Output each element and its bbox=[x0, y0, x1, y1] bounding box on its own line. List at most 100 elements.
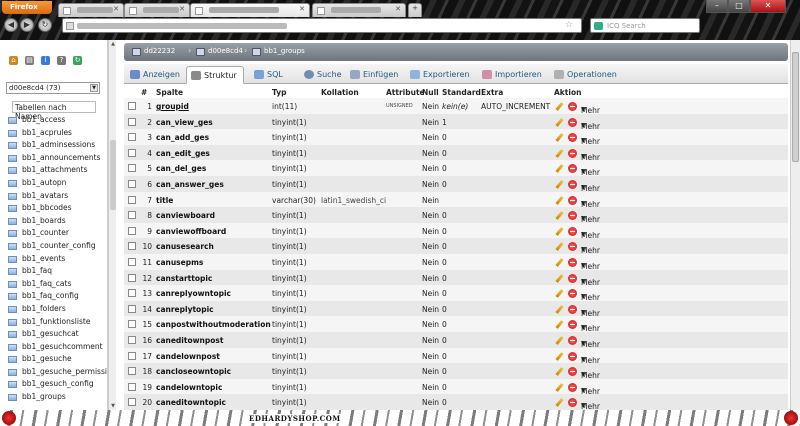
pencil-icon[interactable] bbox=[555, 336, 564, 345]
minimize-button[interactable]: – bbox=[706, 0, 728, 13]
tab-close-icon[interactable]: ✕ bbox=[395, 5, 401, 13]
pencil-icon[interactable] bbox=[555, 274, 564, 283]
table-list-item[interactable]: bb1_gesuche bbox=[8, 353, 107, 366]
pencil-icon[interactable] bbox=[555, 383, 564, 392]
table-list-item[interactable]: bb1_gesuchcat bbox=[8, 328, 107, 341]
table-icon[interactable] bbox=[8, 356, 17, 364]
table-icon[interactable] bbox=[8, 343, 17, 351]
tab-import[interactable]: Importieren bbox=[478, 66, 542, 84]
delete-icon[interactable] bbox=[568, 164, 577, 174]
row-checkbox[interactable] bbox=[128, 351, 136, 360]
table-icon[interactable] bbox=[8, 217, 17, 225]
row-checkbox[interactable] bbox=[128, 117, 136, 126]
table-icon[interactable] bbox=[8, 381, 17, 389]
docs-icon[interactable]: ? bbox=[57, 56, 66, 65]
tab-insert[interactable]: Einfügen bbox=[346, 66, 398, 84]
row-checkbox[interactable] bbox=[128, 211, 136, 220]
pencil-icon[interactable] bbox=[555, 133, 564, 142]
tab-export[interactable]: Exportieren bbox=[406, 66, 469, 84]
sidebar-scrollbar[interactable]: ▲ ▼ bbox=[108, 40, 116, 410]
pencil-icon[interactable] bbox=[555, 258, 564, 267]
delete-icon[interactable] bbox=[568, 398, 577, 408]
column-header-name[interactable]: Spalte bbox=[156, 88, 183, 97]
table-list-item[interactable]: bb1_gesuch_config bbox=[8, 378, 107, 391]
delete-icon[interactable] bbox=[568, 351, 577, 361]
delete-icon[interactable] bbox=[568, 273, 577, 283]
table-icon[interactable] bbox=[8, 255, 17, 263]
table-list-item[interactable]: bb1_counter bbox=[8, 227, 107, 240]
new-tab-button[interactable]: + bbox=[408, 3, 422, 17]
pencil-icon[interactable] bbox=[555, 211, 564, 220]
row-checkbox[interactable] bbox=[128, 102, 136, 110]
table-list-item[interactable]: bb1_counter_config bbox=[8, 240, 107, 253]
table-icon[interactable] bbox=[8, 280, 17, 288]
delete-icon[interactable] bbox=[568, 102, 577, 111]
delete-icon[interactable] bbox=[568, 211, 577, 221]
row-checkbox[interactable] bbox=[128, 195, 136, 204]
table-icon[interactable] bbox=[8, 154, 17, 162]
table-list-item[interactable]: bb1_access bbox=[8, 114, 107, 127]
main-scrollbar[interactable] bbox=[790, 40, 800, 410]
delete-icon[interactable] bbox=[568, 180, 577, 189]
table-list-item[interactable]: bb1_faq_config bbox=[8, 290, 107, 303]
delete-icon[interactable] bbox=[568, 117, 577, 127]
table-icon[interactable] bbox=[8, 293, 17, 301]
table-icon[interactable] bbox=[8, 192, 17, 200]
pencil-icon[interactable] bbox=[555, 398, 564, 407]
row-checkbox[interactable] bbox=[128, 289, 136, 298]
row-checkbox[interactable] bbox=[128, 398, 136, 407]
table-icon[interactable] bbox=[8, 117, 17, 124]
breadcrumb-database[interactable]: d00e8cd4 bbox=[196, 47, 243, 57]
table-icon[interactable] bbox=[8, 230, 17, 238]
pencil-icon[interactable] bbox=[555, 164, 564, 173]
tab-search[interactable]: Suche bbox=[300, 66, 342, 84]
row-checkbox[interactable] bbox=[128, 164, 136, 173]
bookmark-star-icon[interactable]: ☆ bbox=[565, 20, 573, 30]
row-checkbox[interactable] bbox=[128, 304, 136, 313]
table-icon[interactable] bbox=[8, 268, 17, 276]
browser-tab[interactable]: ✕ bbox=[124, 3, 190, 17]
firefox-menu-button[interactable]: Firefox bbox=[2, 1, 52, 14]
table-icon[interactable] bbox=[8, 142, 17, 150]
pencil-icon[interactable] bbox=[555, 118, 564, 127]
pencil-icon[interactable] bbox=[555, 196, 564, 205]
search-bar[interactable]: ICQ Search bbox=[590, 18, 700, 33]
row-checkbox[interactable] bbox=[128, 320, 136, 329]
table-list-item[interactable]: bb1_bbcodes bbox=[8, 202, 107, 215]
tab-structure[interactable]: Struktur bbox=[186, 66, 244, 84]
table-icon[interactable] bbox=[8, 242, 17, 250]
reload-button[interactable]: ↻ bbox=[38, 18, 52, 32]
delete-icon[interactable] bbox=[568, 226, 577, 236]
delete-icon[interactable] bbox=[568, 336, 577, 345]
tab-browse[interactable]: Anzeigen bbox=[126, 66, 180, 84]
table-icon[interactable] bbox=[8, 179, 17, 187]
table-icon[interactable] bbox=[8, 368, 17, 376]
table-list-item[interactable]: bb1_faq_cats bbox=[8, 278, 107, 291]
table-icon[interactable] bbox=[8, 167, 17, 175]
pencil-icon[interactable] bbox=[555, 352, 564, 361]
table-icon[interactable] bbox=[8, 394, 17, 402]
browser-tab-active[interactable]: ✕ bbox=[190, 3, 310, 17]
table-list-item[interactable]: bb1_funktionsliste bbox=[8, 316, 107, 329]
info-icon[interactable]: i bbox=[41, 56, 50, 65]
row-checkbox[interactable] bbox=[128, 258, 136, 266]
table-list-item[interactable]: bb1_boards bbox=[8, 215, 107, 228]
table-icon[interactable] bbox=[8, 205, 17, 213]
table-icon[interactable] bbox=[8, 318, 17, 326]
forward-button[interactable]: ▶ bbox=[20, 18, 34, 32]
database-select[interactable]: d00e8cd4 (73) ▼ bbox=[6, 82, 100, 94]
delete-icon[interactable] bbox=[568, 258, 577, 267]
table-list-item[interactable]: bb1_gesuchcomment bbox=[8, 341, 107, 354]
home-icon[interactable]: ⌂ bbox=[9, 56, 18, 65]
table-list-item[interactable]: bb1_announcements bbox=[8, 152, 107, 165]
address-bar[interactable] bbox=[62, 18, 582, 33]
pencil-icon[interactable] bbox=[555, 289, 564, 298]
table-list-item[interactable]: bb1_attachments bbox=[8, 164, 107, 177]
delete-icon[interactable] bbox=[568, 195, 577, 205]
table-icon[interactable] bbox=[8, 129, 17, 137]
delete-icon[interactable] bbox=[568, 367, 577, 377]
delete-icon[interactable] bbox=[568, 289, 577, 299]
row-checkbox[interactable] bbox=[128, 273, 136, 282]
row-checkbox[interactable] bbox=[128, 148, 136, 157]
table-list-item[interactable]: bb1_events bbox=[8, 253, 107, 266]
